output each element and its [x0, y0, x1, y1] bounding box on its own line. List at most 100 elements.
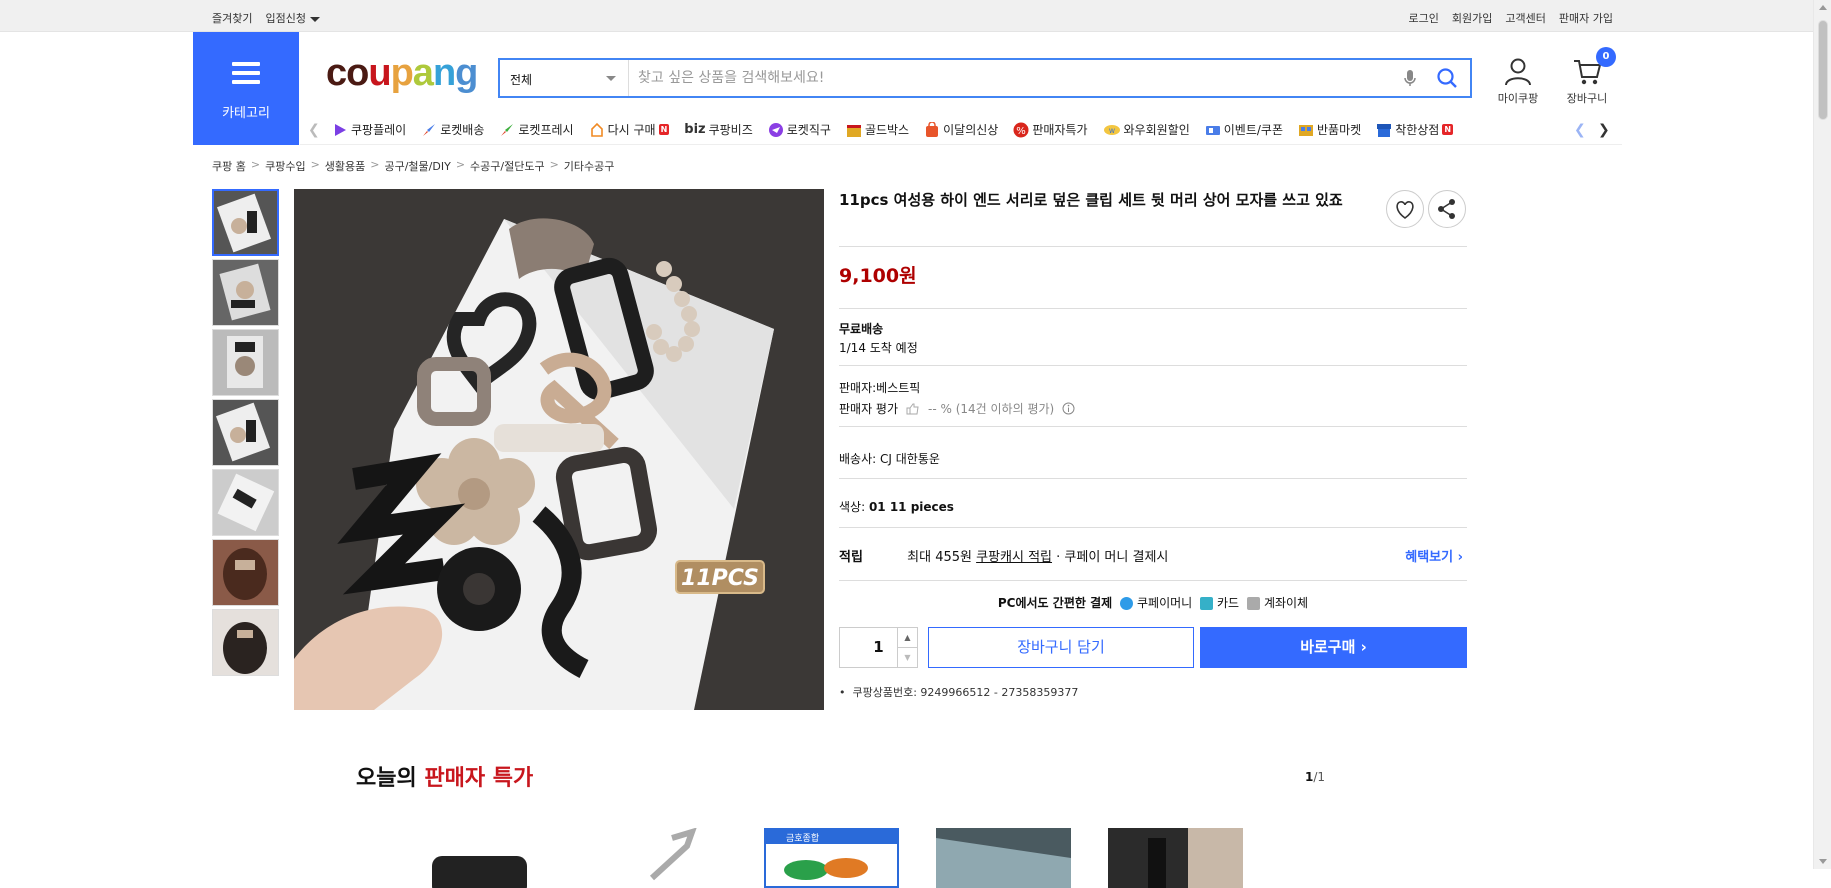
- seller-rating-value: -- % (14건 이하의 평가): [928, 402, 1055, 416]
- reward-cash-link[interactable]: 쿠팡캐시 적립: [976, 550, 1052, 565]
- favorites-link[interactable]: 즐겨찾기: [212, 10, 252, 26]
- nav-item-goldbox[interactable]: 골드박스: [846, 121, 909, 138]
- deal-card[interactable]: [936, 828, 1071, 888]
- my-coupang-button[interactable]: 마이쿠팡: [1494, 57, 1542, 106]
- heart-icon: [1396, 201, 1414, 219]
- nav-item-return-market[interactable]: 반품마켓: [1298, 121, 1361, 138]
- product-info-panel: 11pcs 여성용 하이 엔드 서리로 덮은 클립 세트 뒷 머리 상어 모자를…: [839, 189, 1467, 699]
- info-icon[interactable]: [1062, 402, 1075, 415]
- nav-next-arrow-icon[interactable]: ❯: [1598, 122, 1610, 138]
- rocket-icon: [423, 123, 436, 136]
- rebuy-icon: [590, 122, 603, 137]
- deals-title-prefix: 오늘의: [356, 766, 417, 791]
- logo-part: n: [432, 52, 456, 94]
- product-thumbnail[interactable]: [212, 539, 279, 606]
- search-icon[interactable]: [1436, 67, 1458, 89]
- new-badge: N: [658, 124, 670, 135]
- color-option-row[interactable]: 색상: 01 11 pieces: [839, 498, 954, 515]
- deals-pagination: 1/1: [1305, 770, 1325, 784]
- divider: [839, 580, 1467, 581]
- scroll-down-icon[interactable]: [1819, 859, 1827, 864]
- breadcrumb-item[interactable]: 쿠팡수입: [265, 158, 305, 174]
- quantity-value[interactable]: 1: [873, 638, 883, 656]
- quantity-stepper[interactable]: 1 ▲ ▼: [839, 627, 918, 668]
- login-link[interactable]: 로그인: [1409, 10, 1439, 26]
- support-link[interactable]: 고객센터: [1505, 10, 1545, 26]
- nav-item-new-arrivals[interactable]: 이달의신상: [924, 121, 998, 138]
- percent-icon: %: [1013, 122, 1029, 137]
- scroll-up-icon[interactable]: [1819, 5, 1827, 10]
- nav-item-rebuy[interactable]: 다시 구매 N: [589, 121, 670, 138]
- nav-item-events-coupons[interactable]: 이벤트/쿠폰: [1205, 121, 1283, 138]
- thumbs-up-icon: [906, 403, 919, 414]
- nav-item-label: 이벤트/쿠폰: [1223, 123, 1284, 137]
- microphone-icon[interactable]: [1400, 68, 1420, 88]
- product-thumbnail[interactable]: [212, 609, 279, 676]
- logo-part: p: [390, 52, 414, 94]
- nav-item-seller-deals[interactable]: % 판매자특가: [1013, 121, 1088, 138]
- nav-item-label: 쿠팡비즈: [708, 123, 753, 137]
- divider: [839, 426, 1467, 427]
- product-main-image[interactable]: 11PCS: [294, 189, 824, 710]
- carrier-row: 배송사: CJ 대한통운: [839, 450, 940, 467]
- search-input[interactable]: [638, 64, 1378, 92]
- buy-now-button[interactable]: 바로구매 ›: [1200, 627, 1467, 668]
- nav-item-coupang-play[interactable]: 쿠팡플레이: [332, 121, 406, 138]
- nav-prev-arrow-icon[interactable]: ❮: [308, 122, 320, 138]
- nav-item-coupang-biz[interactable]: biz 쿠팡비즈: [684, 121, 753, 138]
- seller-name[interactable]: 베스트픽: [876, 381, 920, 395]
- search-bar: 전체: [498, 58, 1472, 98]
- nav-item-label: 반품마켓: [1317, 123, 1362, 137]
- page-scrollbar[interactable]: [1813, 0, 1831, 869]
- scrollbar-thumb[interactable]: [1818, 20, 1828, 120]
- wishlist-button[interactable]: [1386, 190, 1424, 228]
- product-thumbnail[interactable]: [212, 189, 279, 256]
- seller-deals-title: 오늘의 판매자 특가: [356, 760, 533, 792]
- quantity-decrease-icon[interactable]: ▼: [897, 648, 917, 668]
- deal-card[interactable]: 금호종합: [764, 828, 899, 888]
- store-apply-menu[interactable]: 입점신청: [265, 10, 320, 26]
- nav-item-wow-discount[interactable]: W 와우회원할인: [1103, 121, 1190, 138]
- cart-count-badge: 0: [1596, 47, 1616, 67]
- nav-item-rocket-delivery[interactable]: 로켓배송: [421, 121, 484, 138]
- breadcrumb-item[interactable]: 기타수공구: [564, 158, 615, 174]
- product-thumbnail[interactable]: [212, 259, 279, 326]
- search-category-value: 전체: [510, 73, 533, 87]
- breadcrumb-item[interactable]: 공구/철물/DIY: [384, 158, 450, 174]
- quantity-increase-icon[interactable]: ▲: [897, 628, 917, 648]
- deal-card[interactable]: [592, 828, 727, 888]
- product-thumbnail[interactable]: [212, 329, 279, 396]
- share-button[interactable]: [1428, 190, 1466, 228]
- nav-item-rocket-global[interactable]: 로켓직구: [768, 121, 831, 138]
- divider: [839, 478, 1467, 479]
- add-to-cart-button[interactable]: 장바구니 담기: [928, 627, 1194, 668]
- product-thumbnail[interactable]: [212, 399, 279, 466]
- nav-fade-arrow-icon: ❮: [1574, 122, 1586, 138]
- coupang-logo[interactable]: coupang: [326, 52, 478, 95]
- search-category-select[interactable]: 전체: [500, 60, 629, 96]
- signup-link[interactable]: 회원가입: [1452, 10, 1492, 26]
- divider: [839, 365, 1467, 366]
- deal-card[interactable]: [1108, 828, 1243, 888]
- product-thumbnail[interactable]: [212, 469, 279, 536]
- nav-item-good-store[interactable]: 착한상점 N: [1376, 121, 1454, 138]
- category-menu-button[interactable]: 카테고리: [193, 32, 299, 145]
- divider: [839, 527, 1467, 528]
- nav-item-label: 와우회원할인: [1123, 123, 1190, 137]
- seller-signup-link[interactable]: 판매자 가입: [1559, 10, 1613, 26]
- nav-item-label: 로켓직구: [786, 123, 831, 137]
- caret-down-icon: [309, 16, 320, 22]
- breadcrumb-item[interactable]: 수공구/절단도구: [470, 158, 545, 174]
- bank-transfer-icon: [1247, 597, 1261, 610]
- benefit-link[interactable]: 혜택보기 ›: [1405, 546, 1463, 565]
- logo-part: u: [368, 52, 391, 94]
- nav-item-rocket-fresh[interactable]: 로켓프레시: [499, 121, 574, 138]
- breadcrumb-item[interactable]: 쿠팡 홈: [212, 158, 246, 174]
- carrier-label: 배송사:: [839, 452, 877, 466]
- page-total: /1: [1313, 770, 1326, 784]
- global-icon: [768, 122, 783, 137]
- product-number: • 쿠팡상품번호: 9249966512 - 27358359377: [839, 686, 1079, 699]
- cart-button[interactable]: 0 장바구니: [1562, 47, 1616, 106]
- deal-card[interactable]: [420, 828, 555, 888]
- breadcrumb-item[interactable]: 생활용품: [325, 158, 365, 174]
